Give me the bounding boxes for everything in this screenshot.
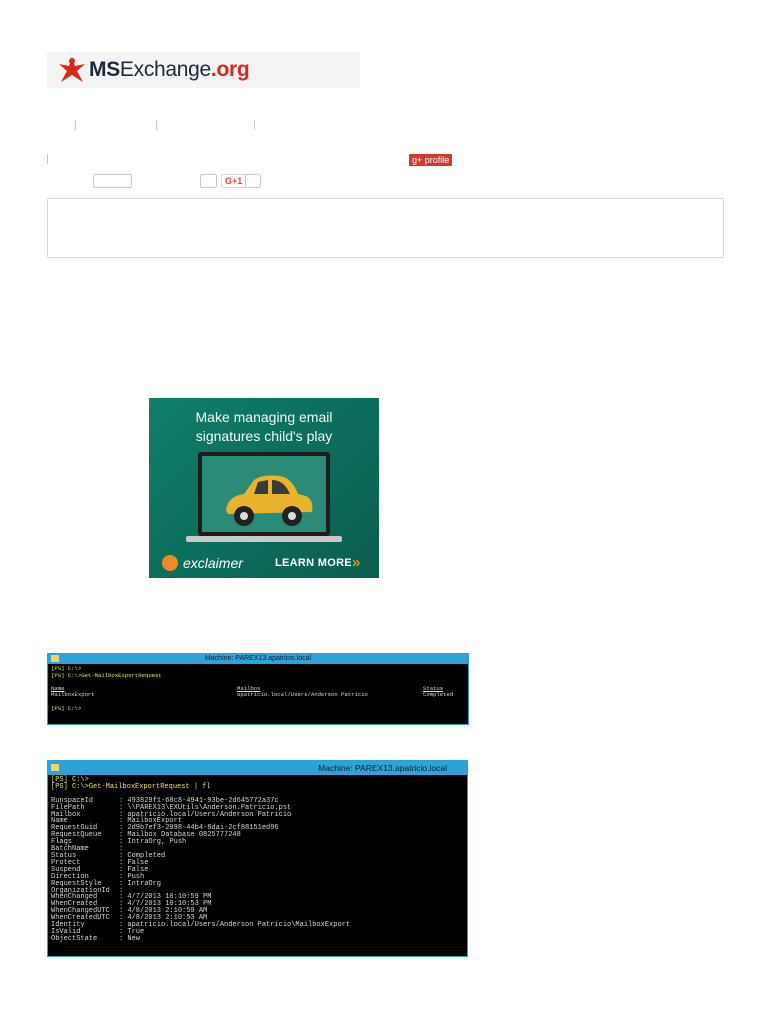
learn-more-link[interactable]: LEARN MORE — [275, 557, 352, 569]
gplus-count-box[interactable] — [245, 174, 261, 188]
property-list: RunspaceId: 493829f1-68c8-4941-93be-2d64… — [51, 797, 464, 943]
row-mailbox: apatricio.local/Users/Anderson Patricio — [237, 691, 368, 699]
logo-ms-text: MS — [89, 58, 120, 81]
property-row: RequestGuid: 2d9b7ef3-2998-44b4-8dai-2cf… — [51, 825, 464, 832]
property-row: RequestStyle: IntraOrg — [51, 879, 464, 888]
property-row: Identity: apatricio.local/Users/Anderson… — [51, 922, 464, 929]
property-row: BatchName: — [51, 846, 464, 853]
property-row: WhenChanged: 4/7/2013 10:10:59 PM — [51, 894, 464, 901]
powershell-app-icon — [51, 764, 59, 771]
property-value: IntraOrg — [127, 879, 162, 888]
nav-separator — [75, 120, 76, 130]
powershell-app-icon — [51, 655, 59, 662]
property-row: WhenChangedUTC: 4/8/2013 2:10:59 AM — [51, 908, 464, 915]
logo-org-text: .org — [210, 58, 250, 81]
star-person-logo-icon — [59, 57, 85, 82]
console-title-bar: Machine: PAREX13.apatricio.local — [48, 654, 468, 664]
powershell-window-screenshot: Machine: PAREX13.apatricio.local [PS] C:… — [47, 760, 468, 957]
ad-footer: exclaimer LEARN MORE » — [149, 548, 379, 578]
ad-headline-line1: Make managing email — [195, 409, 333, 425]
byline-separator — [47, 154, 48, 164]
console-title-bar: Machine: PAREX13.apatricio.local — [48, 761, 467, 775]
logo-exchange-text: Exchange — [119, 58, 211, 81]
site-logo-wordmark: MSExchange.org — [89, 58, 250, 82]
property-value: New — [127, 934, 141, 943]
share-count-box[interactable] — [200, 174, 217, 188]
row-status: Completed — [423, 691, 454, 699]
share-count-box[interactable] — [93, 174, 132, 188]
property-row: ObjectState: New — [51, 934, 464, 943]
console-prompt: [PS] C:\> — [51, 671, 82, 679]
property-value: apatricio.local/Users/Anderson Patricio\… — [127, 921, 351, 930]
property-row: Protect: False — [51, 859, 464, 867]
property-row: WhenCreated: 4/7/2013 10:10:53 PM — [51, 901, 464, 908]
property-row: Status: Completed — [51, 852, 464, 860]
exclaimer-logo-icon — [162, 555, 178, 571]
exclaimer-ad-banner[interactable]: Make managing email signatures child's p… — [149, 398, 379, 578]
property-row: OrganizationId: — [51, 887, 464, 895]
property-row: Flags: IntraOrg, Push — [51, 839, 464, 846]
nav-separator — [156, 120, 157, 130]
property-row: IsValid: True — [51, 928, 464, 936]
laptop-toy-car-image — [186, 452, 342, 542]
row-name: MailboxExport — [51, 691, 95, 699]
content-placeholder-box — [47, 198, 724, 258]
property-row: Direction: Push — [51, 873, 464, 881]
property-key: ObjectState — [51, 934, 98, 943]
property-row: Suspend: False — [51, 866, 464, 874]
powershell-window-screenshot: Machine: PAREX13.apatricio.local [PS] C:… — [47, 653, 469, 725]
ad-brand-name: exclaimer — [183, 555, 243, 571]
nav-separator — [254, 120, 255, 130]
property-row: Mailbox: apatricio.local/Users/Anderson … — [51, 811, 464, 819]
console-command: Get-MailboxExportRequest | fl — [88, 782, 211, 791]
console-prompt: [PS] C:\> — [51, 782, 89, 791]
double-chevron-right-icon: » — [352, 554, 361, 571]
ad-headline: Make managing email signatures child's p… — [149, 408, 379, 446]
console-output: [PS] C:\> [PS] C:\>Get-MailboxExportRequ… — [48, 664, 468, 714]
gplus-one-button[interactable]: G+1 — [221, 174, 247, 188]
ad-headline-line2: signatures child's play — [195, 428, 333, 444]
console-output: [PS] C:\> [PS] C:\>Get-MailboxExportRequ… — [48, 775, 467, 945]
console-title: Machine: PAREX13.apatricio.local — [204, 655, 312, 662]
property-row: RequestQueue: Mailbox Database 082577724… — [51, 832, 464, 839]
property-value: IntraOrg, Push — [127, 838, 187, 847]
site-logo-banner[interactable]: MSExchange.org — [47, 52, 360, 88]
console-command: Get-MailboxExportRequest — [81, 671, 162, 679]
gplus-profile-button[interactable]: g+ profile — [409, 154, 453, 166]
console-prompt: [PS] C:\> — [51, 704, 82, 712]
console-title: Machine: PAREX13.apatricio.local — [318, 763, 447, 773]
